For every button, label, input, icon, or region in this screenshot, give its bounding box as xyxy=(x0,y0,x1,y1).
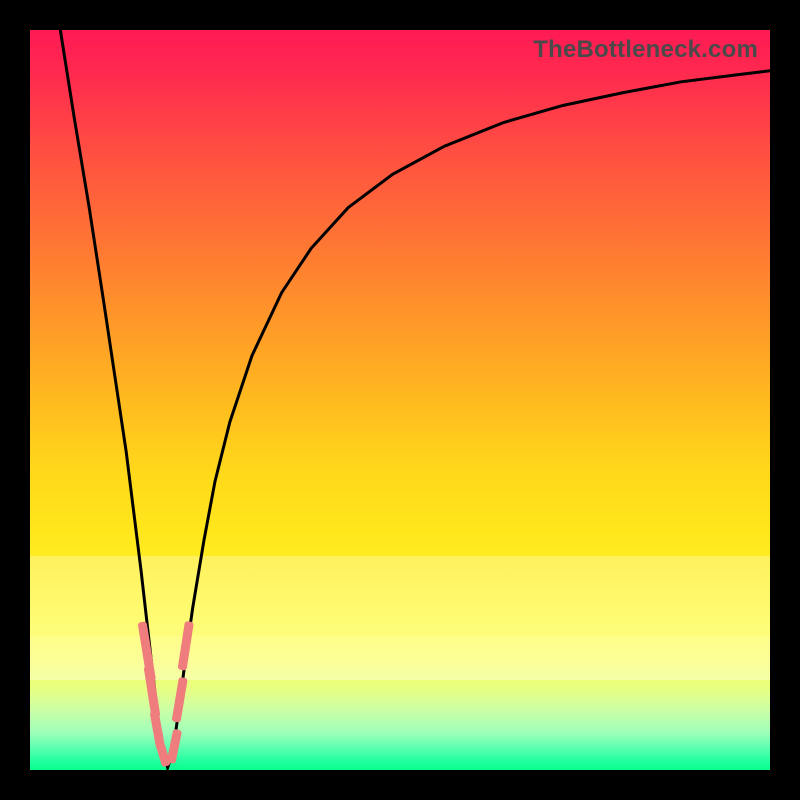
watermark-text: TheBottleneck.com xyxy=(533,36,758,64)
chart-frame: TheBottleneck.com xyxy=(0,0,800,800)
plot-area: TheBottleneck.com xyxy=(30,30,770,770)
curve-path xyxy=(60,30,770,768)
bottleneck-curve xyxy=(30,30,770,770)
